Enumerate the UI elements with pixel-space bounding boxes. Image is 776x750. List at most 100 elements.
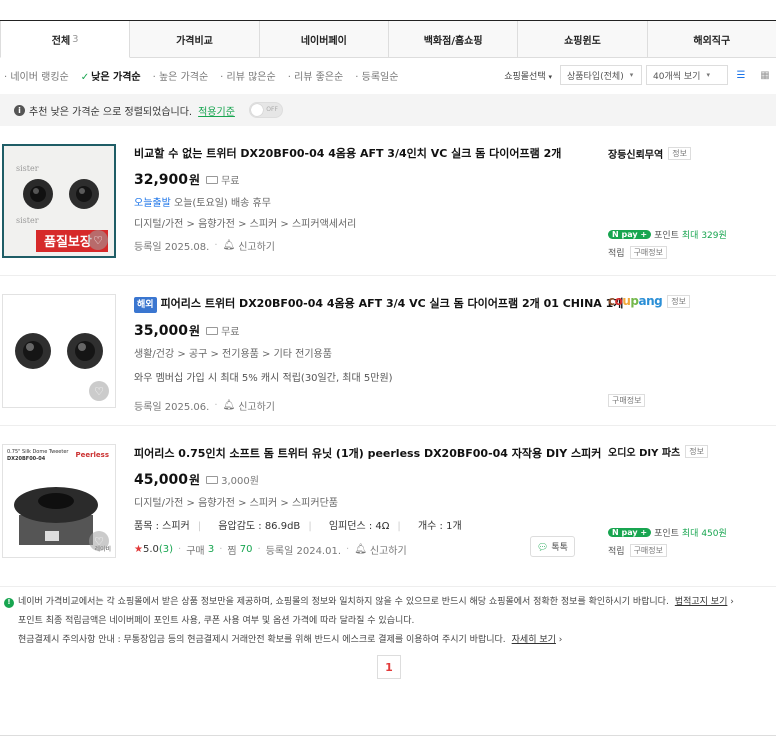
mall-name-row: coupang 정보 <box>608 294 768 308</box>
heart-icon[interactable]: ♡ <box>89 531 109 551</box>
purchase-info-tag[interactable]: 구매정보 <box>629 246 668 259</box>
notice-line: ! 네이버 가격비교에서는 각 쇼핑몰에서 받은 상품 정보만을 제공하며, 쇼핑… <box>4 593 776 612</box>
detail-link[interactable]: 자세히 보기 <box>512 635 556 645</box>
star-icon: ★ <box>134 544 143 555</box>
product-title[interactable]: 해외 피어리스 트위터 DX20BF00-04 4옴용 AFT 3/4 VC 실크… <box>134 296 623 313</box>
product-title[interactable]: 비교할 수 없는 트위터 DX20BF00-04 4옴용 AFT 3/4인치 V… <box>134 146 594 162</box>
image-brand: Peerless <box>75 451 109 459</box>
tab-price-compare[interactable]: 가격비교 <box>130 21 260 58</box>
legal-notice: ! 네이버 가격비교에서는 각 쇼핑몰에서 받은 상품 정보만을 제공하며, 쇼핑… <box>0 586 776 650</box>
tab-naverpay[interactable]: 네이버페이 <box>259 21 389 58</box>
mall-select[interactable]: 쇼핑몰선택 ▾ <box>504 69 552 82</box>
talktalk-button[interactable]: 💬︎ 톡톡 <box>530 536 575 557</box>
promo-text: 와우 멤버십 가입 시 최대 5% 캐시 적립(30일간, 최대 5만원) <box>134 373 393 384</box>
category-tabs: 전체 3 가격비교 네이버페이 백화점/홈쇼핑 쇼핑윈도 해외직구 <box>0 20 776 58</box>
tab-label: 가격비교 <box>176 35 213 47</box>
product-image[interactable]: ♡ <box>2 294 116 408</box>
registered-date: 등록일 2025.06. <box>134 402 210 413</box>
report-link[interactable]: 신고하기 <box>238 398 275 413</box>
truck-icon <box>206 475 219 484</box>
price-value: 32,900 <box>134 171 189 188</box>
chat-icon: 💬︎ <box>537 543 549 553</box>
grid-view-icon[interactable]: ▦ <box>754 65 776 85</box>
bell-icon: 🔔︎ <box>222 240 236 251</box>
report-link[interactable]: 신고하기 <box>238 238 275 253</box>
price: 45,000 원 3,000원 <box>134 471 594 488</box>
sort-date[interactable]: · 등록일순 <box>355 68 404 83</box>
price-value: 35,000 <box>134 322 189 339</box>
mall-name-row: 오디오 DIY 파츠 정보 <box>608 444 768 459</box>
tab-department[interactable]: 백화점/홈쇼핑 <box>388 21 519 58</box>
zzim-count: 70 <box>239 544 253 555</box>
product-item: sister sister 품질보장 ♡ 비교할 수 없는 트위터 DX20BF… <box>0 126 776 276</box>
product-title[interactable]: 피어리스 0.75인치 소프트 돔 트위터 유닛 (1개) peerless D… <box>134 446 601 462</box>
product-image[interactable]: 0.75" Silk Dome Tweeter DX20BF00-04 Peer… <box>2 444 116 558</box>
tab-shopping-window[interactable]: 쇼핑윈도 <box>518 21 648 58</box>
product-meta: 등록일 2025.08. · 🔔︎ 신고하기 <box>134 238 276 253</box>
chevron-right-icon: › <box>558 635 563 645</box>
truck-icon <box>206 175 219 184</box>
tab-overseas[interactable]: 해외직구 <box>647 21 776 58</box>
sort-review-count[interactable]: · 리뷰 많은순 <box>220 68 282 83</box>
mall-info-tag[interactable]: 정보 <box>685 445 708 458</box>
tab-label: 쇼핑윈도 <box>564 35 601 47</box>
category-path[interactable]: 디지털/가전 > 음향가전 > 스피커 > 스피커액세서리 <box>134 215 594 230</box>
image-text: sister <box>16 216 39 225</box>
point-amount: 최대 450원 <box>681 529 727 539</box>
registered-date: 등록일 2025.08. <box>134 242 210 253</box>
rating: 5.0 <box>142 544 159 555</box>
product-type-select[interactable]: 상품타입(전체) ▾ <box>560 65 642 85</box>
heart-icon[interactable]: ♡ <box>89 381 109 401</box>
overseas-badge: 해외 <box>134 297 157 313</box>
price-unit: 원 <box>189 473 201 487</box>
category-path[interactable]: 디지털/가전 > 음향가전 > 스피커 > 스피커단품 <box>134 494 594 509</box>
npay-point: N pay + 포인트 최대 450원 <box>608 526 727 539</box>
notice-line: 현금결제시 주의사항 안내 : 무통장입금 등의 현금결제시 거래안전 확보를 … <box>18 635 563 645</box>
tab-label: 백화점/홈쇼핑 <box>423 35 483 47</box>
mall-name[interactable]: 오디오 DIY 파츠 <box>608 444 680 459</box>
sort-low-price[interactable]: ✓ 낮은 가격순 <box>81 68 147 83</box>
mall-info-tag[interactable]: 정보 <box>668 147 691 160</box>
spec-item: 개수 : 1개 <box>417 521 462 532</box>
quality-badge: 품질보장 <box>44 235 92 250</box>
report-link[interactable]: 신고하기 <box>370 542 407 557</box>
coupang-logo[interactable]: coupang <box>608 294 663 308</box>
category-path[interactable]: 생활/건강 > 공구 > 전기용품 > 기타 전기용품 <box>134 345 594 360</box>
check-icon: ✓ <box>80 71 90 83</box>
spec-list: 품목 : 스피커 | 음압감도 : 86.9dB | 임피던스 : 4Ω | 개수 :… <box>134 521 462 532</box>
product-image[interactable]: sister sister 품질보장 ♡ <box>2 144 116 258</box>
registered-date: 등록일 2024.01. <box>265 546 342 557</box>
product-item: ♡ 해외 피어리스 트위터 DX20BF00-04 4옴용 AFT 3/4 VC … <box>0 276 776 426</box>
list-view-icon[interactable]: ☰ <box>730 65 752 85</box>
mall-info-tag[interactable]: 정보 <box>667 294 690 308</box>
mall-name[interactable]: 장등신뢰무역 <box>608 146 663 161</box>
purchase-info-row: 구매정보 <box>608 394 646 407</box>
purchase-info-row: 적립 구매정보 <box>608 544 668 557</box>
delivery-text: 오늘(토요일) 배송 휴무 <box>174 198 271 209</box>
heart-icon[interactable]: ♡ <box>88 230 108 250</box>
recommend-toggle[interactable]: OFF <box>248 102 283 118</box>
sort-review-score[interactable]: · 리뷰 좋은순 <box>288 68 350 83</box>
image-caption: 0.75" Silk Dome Tweeter <box>7 449 69 455</box>
criteria-link[interactable]: 적용기준 <box>198 103 235 118</box>
info-icon: i <box>14 104 25 116</box>
sort-high-price[interactable]: · 높은 가격순 <box>153 68 215 83</box>
page-current[interactable]: 1 <box>377 655 401 679</box>
legal-link[interactable]: 법적고지 보기 <box>675 597 728 607</box>
truck-icon <box>206 326 219 335</box>
image-text: sister <box>16 164 39 173</box>
shipping: 무료 <box>206 323 239 338</box>
sort-ranking[interactable]: · 네이버 랭킹순 <box>4 68 75 83</box>
price-unit: 원 <box>189 324 201 338</box>
review-count[interactable]: (3) <box>159 544 173 555</box>
product-meta: 등록일 2025.06. · 🔔︎ 신고하기 <box>134 398 276 413</box>
chevron-down-icon: ▾ <box>706 71 710 79</box>
shipping: 3,000원 <box>206 472 259 487</box>
tab-all[interactable]: 전체 3 <box>0 21 131 58</box>
spec-item: 음압감도 : 86.9dB <box>218 521 301 532</box>
filter-controls: 쇼핑몰선택 ▾ 상품타입(전체) ▾ 40개씩 보기 ▾ ☰ ▦ <box>504 64 776 86</box>
sort-bar: · 네이버 랭킹순 ✓ 낮은 가격순 · 높은 가격순 · 리뷰 많은순 · 리뷰… <box>0 64 776 86</box>
purchase-info-tag[interactable]: 구매정보 <box>629 544 668 557</box>
purchase-info-tag[interactable]: 구매정보 <box>608 394 646 407</box>
per-page-select[interactable]: 40개씩 보기 ▾ <box>646 65 728 85</box>
